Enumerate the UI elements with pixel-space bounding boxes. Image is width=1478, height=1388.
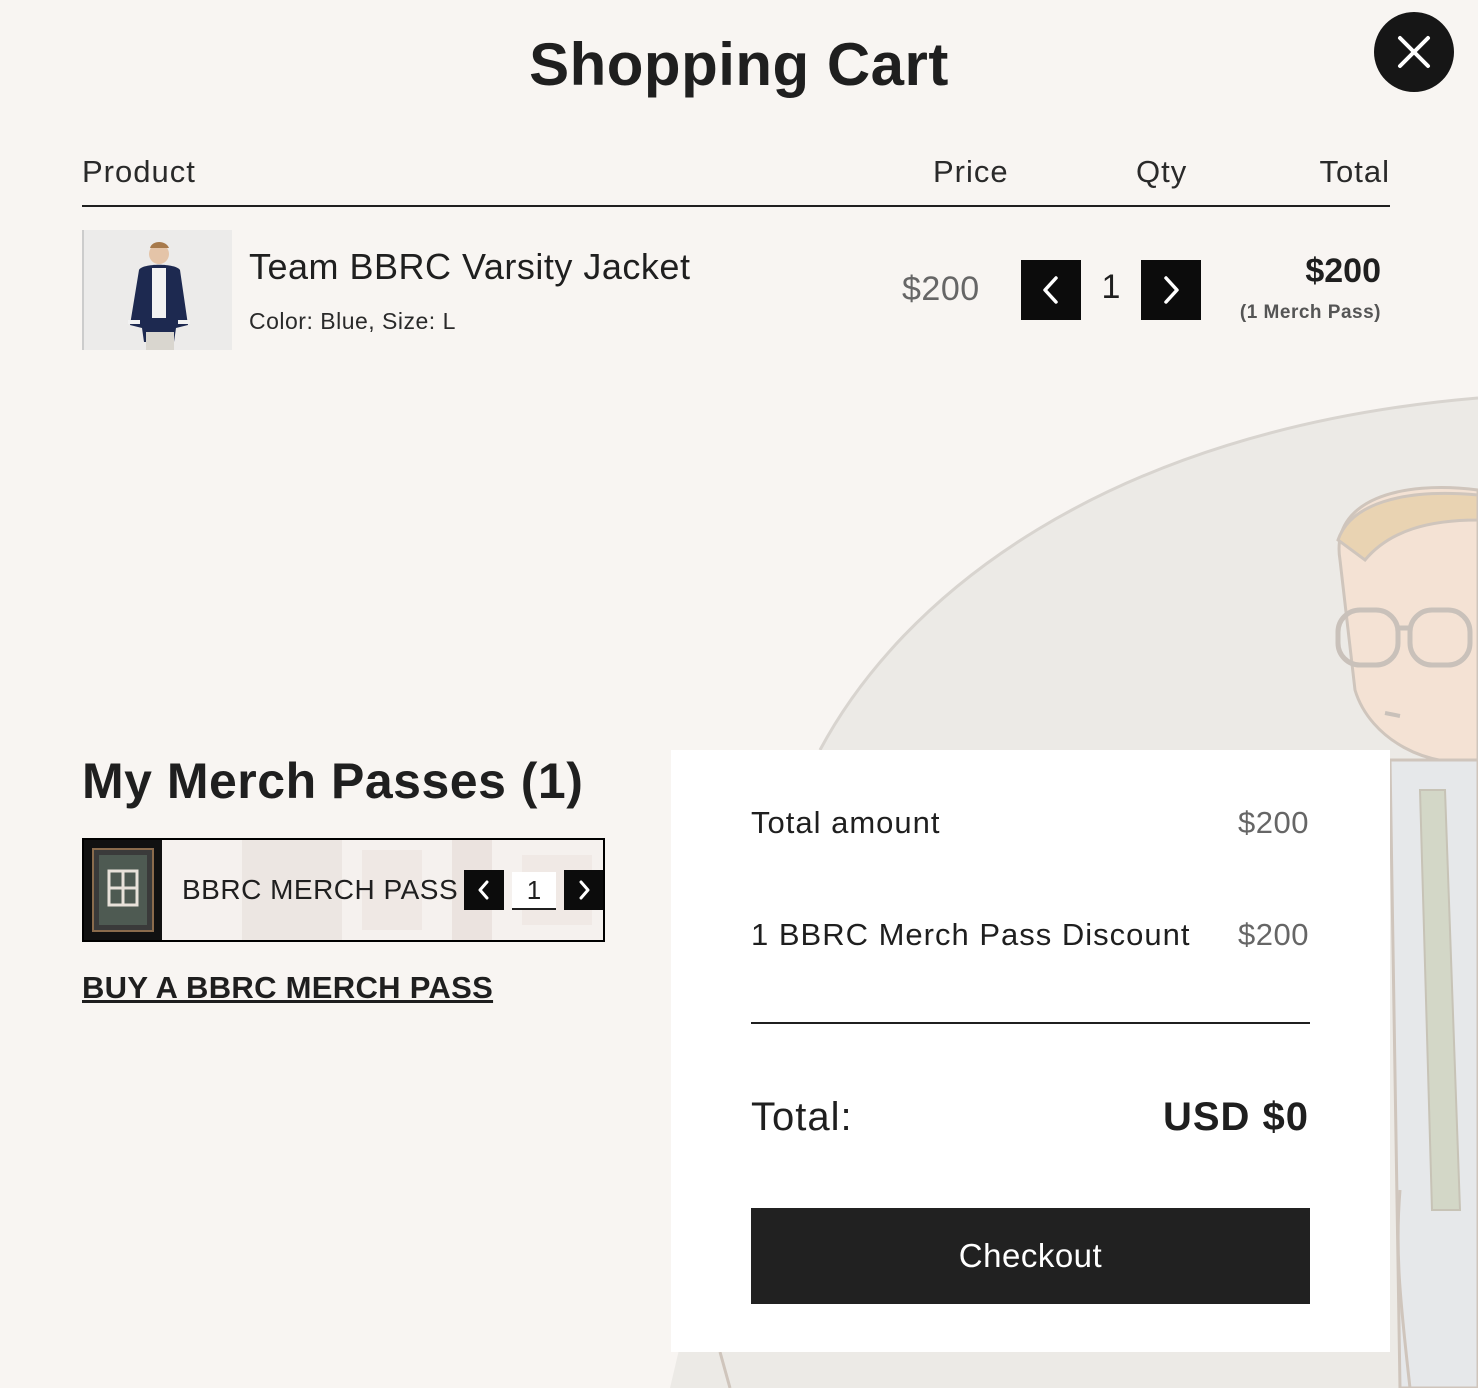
- chevron-right-icon: [579, 880, 590, 900]
- bbrc-logo-icon: [92, 848, 154, 932]
- checkout-button[interactable]: Checkout: [751, 1208, 1310, 1304]
- line-total: $200: [1305, 252, 1381, 290]
- buy-merch-pass-link[interactable]: BUY A BBRC MERCH PASS: [82, 970, 493, 1006]
- order-summary-panel: Total amount $200 1 BBRC Merch Pass Disc…: [671, 750, 1390, 1352]
- quantity-increase-button[interactable]: [1141, 260, 1201, 320]
- close-button[interactable]: [1374, 12, 1454, 92]
- merch-pass-note: (1 Merch Pass): [1239, 302, 1381, 323]
- page-title: Shopping Cart: [529, 31, 949, 98]
- merch-pass-name: BBRC MERCH PASS: [182, 874, 459, 905]
- total-amount-label: Total amount: [751, 805, 941, 840]
- chevron-left-icon: [478, 880, 489, 900]
- merch-pass-card: BBRC MERCH PASS: [82, 838, 605, 942]
- product-price: $200: [902, 270, 980, 308]
- quantity-decrease-button[interactable]: [1021, 260, 1081, 320]
- chevron-left-icon: [1043, 276, 1058, 304]
- product-name[interactable]: Team BBRC Varsity Jacket: [249, 246, 690, 288]
- jacket-model-image: [84, 230, 232, 350]
- pass-quantity-increase-button[interactable]: [564, 870, 603, 910]
- summary-divider: [751, 1022, 1310, 1024]
- grand-total-label: Total:: [751, 1095, 853, 1139]
- product-image[interactable]: [82, 230, 232, 350]
- pass-quantity-input[interactable]: [512, 872, 556, 910]
- cart-item-row: Team BBRC Varsity Jacket Color: Blue, Si…: [82, 230, 1390, 350]
- pass-quantity-decrease-button[interactable]: [464, 870, 504, 910]
- close-icon: [1398, 36, 1430, 68]
- discount-label: 1 BBRC Merch Pass Discount: [751, 917, 1191, 952]
- cart-table-header: Product Price Qty Total: [82, 150, 1390, 207]
- quantity-value[interactable]: 1: [1081, 268, 1141, 307]
- merch-pass-image: [84, 840, 162, 940]
- chevron-right-icon: [1164, 276, 1179, 304]
- column-header-total: Total: [1319, 154, 1390, 189]
- column-header-price: Price: [933, 154, 1009, 189]
- column-header-product: Product: [82, 154, 196, 189]
- column-header-qty: Qty: [1136, 154, 1188, 189]
- grand-total-value: USD $0: [1162, 1095, 1309, 1139]
- total-amount-value: $200: [1238, 805, 1309, 840]
- product-variant: Color: Blue, Size: L: [249, 308, 456, 334]
- merch-passes-title: My Merch Passes (1): [82, 753, 584, 809]
- discount-value: $200: [1238, 917, 1309, 952]
